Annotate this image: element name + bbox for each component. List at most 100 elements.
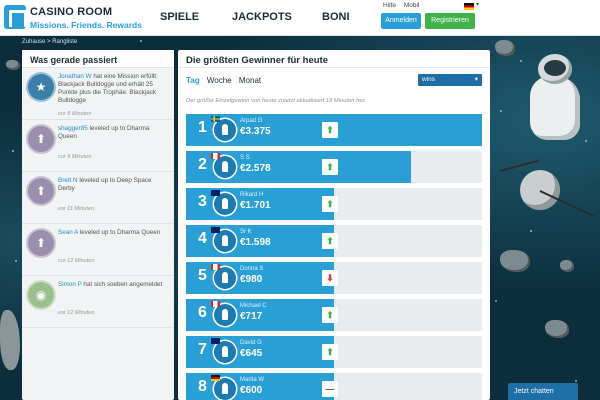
leaderboard-title: Die größten Gewinner für heute bbox=[178, 50, 490, 68]
country-flag-icon bbox=[211, 301, 220, 307]
tab-week[interactable]: Woche bbox=[207, 76, 232, 85]
nav-jackpots[interactable]: JACKPOTS bbox=[232, 0, 292, 36]
rank-number: 1 bbox=[198, 119, 207, 136]
rank-number: 6 bbox=[198, 304, 207, 321]
arrow-up-icon: ⬆ bbox=[28, 230, 54, 256]
star-icon: ★ bbox=[28, 74, 54, 100]
rank-number: 8 bbox=[198, 378, 207, 395]
feed-text: Brett N leveled up to Deep Space Derby bbox=[58, 177, 152, 192]
update-info: Der größte Einzelgewinn von heute zuletz… bbox=[186, 98, 366, 104]
win-amount: €645 bbox=[240, 348, 263, 359]
player-name[interactable]: Michael C bbox=[240, 303, 267, 309]
register-button[interactable]: Registrieren bbox=[425, 13, 475, 29]
player-avatar bbox=[214, 304, 236, 326]
top-bar: CASINO ROOM Missions. Friends. Rewards S… bbox=[0, 0, 600, 36]
player-name[interactable]: Marita W bbox=[240, 377, 264, 383]
trend-up-icon: ⬆ bbox=[322, 196, 338, 212]
leaderboard-row[interactable]: 5 Donna S €980 ⬇ bbox=[186, 262, 482, 294]
feed-item: ⬆ shagger85 leveled up to Dharma Queen vor… bbox=[22, 120, 174, 172]
feed-timestamp: vor 9 Minuten bbox=[58, 154, 92, 160]
utility-links: Hilfe Mobil bbox=[383, 2, 425, 9]
login-button[interactable]: Anmelden bbox=[381, 13, 421, 29]
player-avatar bbox=[214, 230, 236, 252]
feed-timestamp: vor 8 Minuten bbox=[58, 111, 92, 117]
arrow-up-icon: ⬆ bbox=[28, 178, 54, 204]
feed-text: Jonathan W hat eine Mission erfüllt: Bla… bbox=[58, 73, 158, 104]
feed-text: shagger85 leveled up to Dharma Queen bbox=[58, 125, 150, 140]
feed-timestamp: vor 11 Minuten bbox=[58, 206, 94, 212]
player-name[interactable]: Donna S bbox=[240, 266, 263, 272]
activity-feed: Was gerade passiert ★ Jonathan W hat eine… bbox=[22, 50, 174, 400]
breadcrumb[interactable]: Zuhause > Rangliste bbox=[22, 39, 77, 45]
logo[interactable]: CASINO ROOM Missions. Friends. Rewards bbox=[4, 3, 142, 33]
feed-user-link[interactable]: Sean A bbox=[58, 229, 78, 236]
trend-same-icon: — bbox=[322, 381, 338, 397]
player-name[interactable]: Rikard H bbox=[240, 192, 263, 198]
arrow-up-icon: ⬆ bbox=[28, 126, 54, 152]
feed-item: ⬆ Sean A leveled up to Dharma Queen vor 12… bbox=[22, 224, 174, 276]
mobile-link[interactable]: Mobil bbox=[404, 2, 420, 9]
metric-select[interactable]: wins ▾ bbox=[418, 74, 482, 86]
win-amount: €2.578 bbox=[240, 163, 271, 174]
leaderboard-row[interactable]: 8 Marita W €600 — bbox=[186, 373, 482, 400]
trend-up-icon: ⬆ bbox=[322, 344, 338, 360]
player-name[interactable]: Sr K bbox=[240, 229, 252, 235]
player-name[interactable]: S S bbox=[240, 155, 250, 161]
feed-text: Simon P hat sich soeben angemeldet bbox=[58, 281, 163, 288]
player-avatar bbox=[214, 156, 236, 178]
win-amount: €980 bbox=[240, 274, 263, 285]
trend-up-icon: ⬆ bbox=[322, 159, 338, 175]
country-flag-icon bbox=[211, 375, 220, 381]
metric-select-value: wins bbox=[422, 76, 436, 83]
feed-user-link[interactable]: Jonathan W bbox=[58, 73, 92, 80]
logo-icon bbox=[4, 5, 27, 29]
tab-day[interactable]: Tag bbox=[186, 76, 200, 85]
country-flag-icon bbox=[211, 227, 220, 233]
win-amount: €1.701 bbox=[240, 200, 271, 211]
leaderboard-row[interactable]: 4 Sr K €1.598 ⬆ bbox=[186, 225, 482, 257]
logo-tagline: Missions. Friends. Rewards bbox=[30, 20, 142, 30]
feed-item: ★ Jonathan W hat eine Mission erfüllt: Bl… bbox=[22, 68, 174, 120]
leaderboard-row[interactable]: 1 Arpad G €3.375 ⬆ bbox=[186, 114, 482, 146]
help-link[interactable]: Hilfe bbox=[383, 2, 396, 9]
leaderboard-row[interactable]: 7 David G €645 ⬆ bbox=[186, 336, 482, 368]
chevron-down-icon[interactable]: ▾ bbox=[476, 1, 479, 8]
rank-number: 4 bbox=[198, 230, 207, 247]
country-flag-icon bbox=[211, 190, 220, 196]
feed-user-link[interactable]: Simon P bbox=[58, 281, 82, 288]
player-name[interactable]: David G bbox=[240, 340, 262, 346]
player-name[interactable]: Arpad G bbox=[240, 118, 262, 124]
country-flag-icon bbox=[211, 338, 220, 344]
tab-month[interactable]: Monat bbox=[239, 76, 261, 85]
leaderboard-row[interactable]: 3 Rikard H €1.701 ⬆ bbox=[186, 188, 482, 220]
player-avatar bbox=[214, 267, 236, 289]
player-avatar bbox=[214, 378, 236, 400]
leaderboard-row[interactable]: 6 Michael C €717 ⬆ bbox=[186, 299, 482, 331]
feed-user-link[interactable]: Brett N bbox=[58, 177, 78, 184]
player-avatar bbox=[214, 341, 236, 363]
nav-bonuses[interactable]: BONI bbox=[322, 0, 350, 36]
asteroid bbox=[0, 310, 20, 370]
feed-timestamp: vor 12 Minuten bbox=[58, 258, 95, 264]
win-amount: €717 bbox=[240, 311, 263, 322]
country-flag-icon bbox=[211, 153, 220, 159]
feed-timestamp: vor 12 Minuten bbox=[58, 310, 95, 316]
win-amount: €3.375 bbox=[240, 126, 271, 137]
leaderboard-panel: Die größten Gewinner für heute Tag Woche… bbox=[178, 50, 490, 400]
feed-user-link[interactable]: shagger85 bbox=[58, 125, 88, 132]
rank-number: 2 bbox=[198, 156, 207, 173]
feed-item: ⬆ Brett N leveled up to Deep Space Derby v… bbox=[22, 172, 174, 224]
chevron-down-icon: ▾ bbox=[474, 76, 478, 83]
logo-name: CASINO ROOM bbox=[30, 6, 113, 18]
trend-up-icon: ⬆ bbox=[322, 307, 338, 323]
feed-text: Sean A leveled up to Dharma Queen bbox=[58, 229, 161, 236]
win-amount: €600 bbox=[240, 385, 263, 396]
trend-up-icon: ⬆ bbox=[322, 122, 338, 138]
feed-item: ◉ Simon P hat sich soeben angemeldet vor 1… bbox=[22, 276, 174, 328]
player-avatar bbox=[214, 193, 236, 215]
chat-button[interactable]: Jetzt chatten bbox=[508, 383, 578, 400]
country-flag-icon bbox=[211, 116, 220, 122]
leaderboard-row[interactable]: 2 S S €2.578 ⬆ bbox=[186, 151, 482, 183]
nav-games[interactable]: SPIELE bbox=[160, 0, 199, 36]
language-flag-icon[interactable] bbox=[464, 3, 474, 10]
